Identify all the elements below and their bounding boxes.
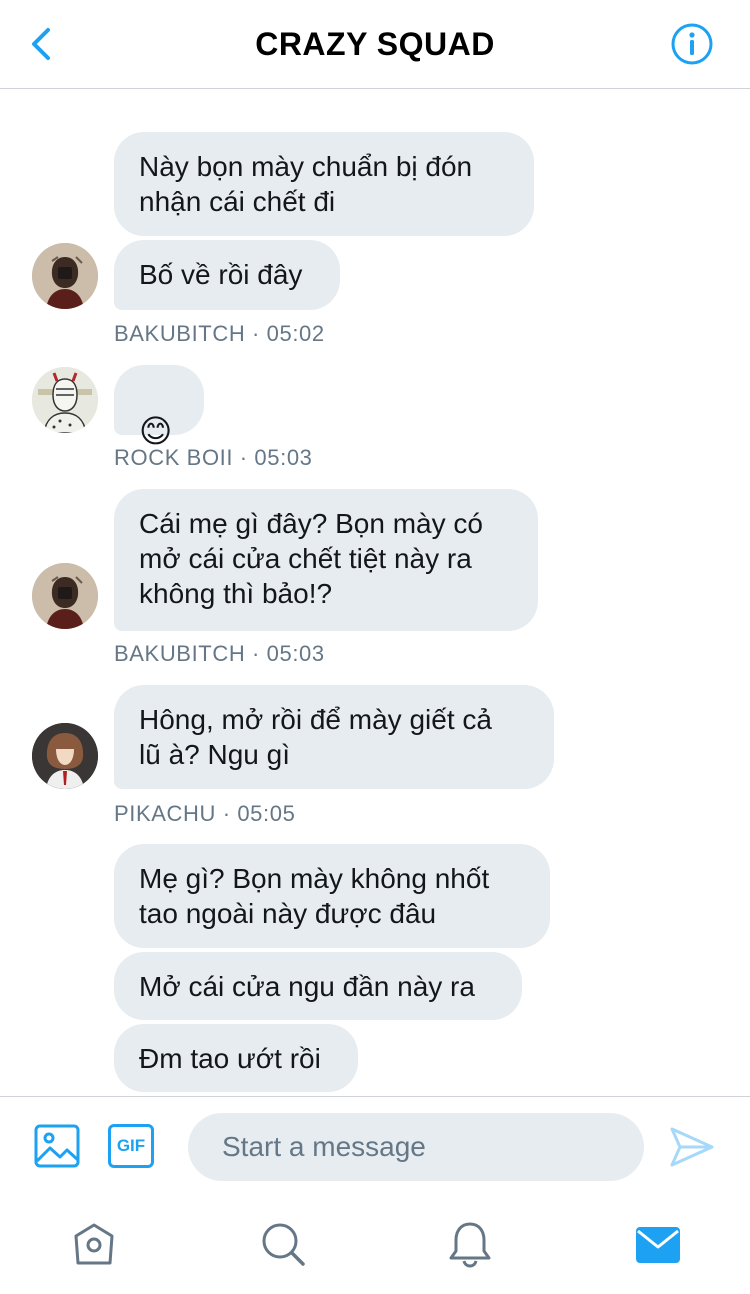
message-composer: GIF	[0, 1096, 750, 1197]
message-bubble[interactable]: Mẹ gì? Bọn mày không nhốt tao ngoài này …	[114, 844, 550, 948]
smiling-face-emoji: 😊	[139, 413, 173, 449]
avatar-rock-boii[interactable]	[32, 367, 98, 433]
image-icon[interactable]	[34, 1123, 80, 1169]
message-input[interactable]	[188, 1113, 644, 1181]
gif-button[interactable]: GIF	[108, 1124, 154, 1168]
message-meta: PIKACHU · 05:05	[114, 801, 296, 826]
message-list[interactable]: Này bọn mày chuẩn bị đón nhận cái chết đ…	[0, 89, 750, 1095]
mail-icon[interactable]	[634, 1220, 682, 1268]
message-bubble[interactable]: Mở cái cửa ngu đần này ra	[114, 952, 522, 1020]
message-bubble[interactable]: Hông, mở rồi để mày giết cả lũ à? Ngu gì	[114, 685, 554, 789]
avatar-bakubitch[interactable]	[32, 563, 98, 629]
avatar-image	[32, 367, 98, 433]
conversation-title: CRAZY SQUAD	[255, 26, 495, 62]
message-meta: ROCK BOII · 05:03	[114, 445, 313, 470]
search-icon[interactable]	[258, 1220, 306, 1268]
chat-header: CRAZY SQUAD	[0, 0, 750, 89]
message-meta: BAKUBITCH · 05:02	[114, 321, 325, 346]
message-meta: BAKUBITCH · 05:03	[114, 641, 325, 666]
info-circle-icon[interactable]	[670, 22, 714, 66]
avatar-image	[32, 723, 98, 789]
message-bubble[interactable]: Cái mẹ gì đây? Bọn mày có mở cái cửa chế…	[114, 489, 538, 631]
message-bubble[interactable]: Này bọn mày chuẩn bị đón nhận cái chết đ…	[114, 132, 534, 236]
home-icon[interactable]	[70, 1220, 118, 1268]
avatar-image	[32, 243, 98, 309]
avatar-image	[32, 563, 98, 629]
send-icon[interactable]	[668, 1123, 716, 1171]
bottom-tab-bar	[0, 1196, 750, 1294]
avatar-pikachu[interactable]	[32, 723, 98, 789]
message-bubble[interactable]: Bố về rồi đây	[114, 240, 340, 310]
bell-icon[interactable]	[446, 1220, 494, 1268]
message-bubble[interactable]: Đm tao ướt rồi	[114, 1024, 358, 1092]
avatar-bakubitch[interactable]	[32, 243, 98, 309]
emoji-message-bubble[interactable]: 😊	[114, 365, 204, 449]
